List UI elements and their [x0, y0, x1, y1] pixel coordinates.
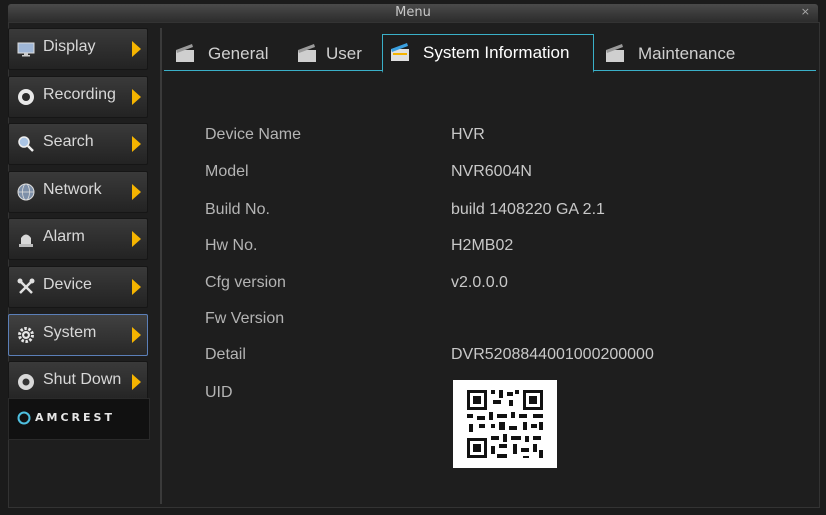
sidebar-item-search[interactable]: Search [8, 123, 148, 166]
clapper-icon [176, 44, 194, 62]
sidebar-item-label: Network [43, 180, 102, 198]
info-label: Detail [205, 346, 246, 363]
gear-icon [18, 326, 34, 343]
chevron-right-icon [132, 88, 141, 105]
sidebar-divider [160, 28, 162, 504]
chevron-right-icon [132, 136, 141, 153]
title-bar: Menu × [8, 4, 818, 23]
amcrest-logo-icon [17, 411, 31, 425]
sidebar-item-recording[interactable]: Recording [8, 75, 148, 118]
info-label: Device Name [205, 126, 302, 143]
tab-bar: General User System Information Maintena… [164, 32, 816, 73]
magnifier-icon [18, 136, 34, 153]
tab-maintenance[interactable]: Maintenance [598, 36, 768, 70]
info-row-detail: Detail DVR5208844001000200000 [205, 342, 805, 368]
chevron-right-icon [132, 374, 141, 391]
globe-icon [17, 183, 35, 201]
sidebar-item-label: Shut Down [43, 371, 122, 389]
sidebar-item-label: Display [43, 38, 96, 55]
chevron-right-icon [132, 278, 141, 295]
tools-icon [17, 278, 35, 294]
monitor-icon [17, 42, 35, 57]
chevron-right-icon [132, 231, 141, 248]
tab-general[interactable]: General [168, 36, 286, 70]
record-icon [18, 88, 34, 105]
info-value: build 1408220 GA 2.1 [451, 201, 605, 218]
chevron-right-icon [132, 41, 141, 57]
sidebar-item-label: Device [43, 275, 92, 293]
info-value: H2MB02 [451, 237, 514, 254]
info-value: DVR5208844001000200000 [451, 346, 654, 363]
info-value: HVR [451, 126, 485, 143]
brand-logo: AMCREST [8, 398, 150, 440]
logo-text: AMCREST [35, 411, 115, 424]
info-row-device-name: Device Name HVR [205, 122, 805, 148]
info-label: Fw Version [205, 310, 285, 327]
sidebar-item-label: Search [43, 133, 94, 151]
clapper-icon [298, 44, 316, 62]
sidebar-item-device[interactable]: Device [8, 265, 148, 308]
clapper-icon [606, 44, 624, 62]
info-label: Build No. [205, 201, 270, 218]
info-row-cfg-version: Cfg version v2.0.0.0 [205, 270, 805, 296]
info-row-build-no: Build No. build 1408220 GA 2.1 [205, 197, 805, 223]
info-label: Hw No. [205, 237, 258, 254]
info-value: NVR6004N [451, 163, 532, 180]
tab-system-information[interactable]: System Information [382, 34, 594, 73]
info-label: UID [205, 384, 233, 401]
info-row-hw-no: Hw No. H2MB02 [205, 233, 805, 259]
sidebar-item-label: Recording [43, 85, 116, 103]
sidebar-item-label: Alarm [43, 228, 85, 246]
uid-qr-code [453, 380, 557, 468]
sidebar-item-system[interactable]: System [8, 313, 148, 356]
clapper-icon [391, 43, 409, 61]
sidebar-item-label: System [43, 323, 97, 341]
sidebar: Display Recording Search Network Alarm D… [8, 28, 148, 409]
info-row-model: Model NVR6004N [205, 159, 805, 185]
close-icon[interactable]: × [801, 5, 810, 18]
sidebar-item-network[interactable]: Network [8, 170, 148, 213]
tab-label: System Information [423, 43, 570, 62]
sidebar-item-display[interactable]: Display [8, 28, 148, 70]
tab-label: User [326, 44, 362, 63]
power-icon [18, 374, 34, 391]
sidebar-item-shut-down[interactable]: Shut Down [8, 361, 148, 404]
tab-user[interactable]: User [290, 36, 380, 70]
info-label: Model [205, 163, 249, 180]
info-value: v2.0.0.0 [451, 274, 508, 291]
chevron-right-icon [132, 326, 141, 343]
chevron-right-icon [132, 183, 141, 200]
info-row-fw-version: Fw Version [205, 306, 805, 332]
sidebar-item-alarm[interactable]: Alarm [8, 218, 148, 261]
alarm-icon [19, 234, 33, 248]
info-label: Cfg version [205, 274, 286, 291]
tab-label: General [208, 44, 269, 63]
tab-label: Maintenance [638, 44, 736, 63]
menu-window: Menu × Display Recording Search Network … [0, 0, 826, 515]
window-title: Menu [395, 5, 431, 20]
